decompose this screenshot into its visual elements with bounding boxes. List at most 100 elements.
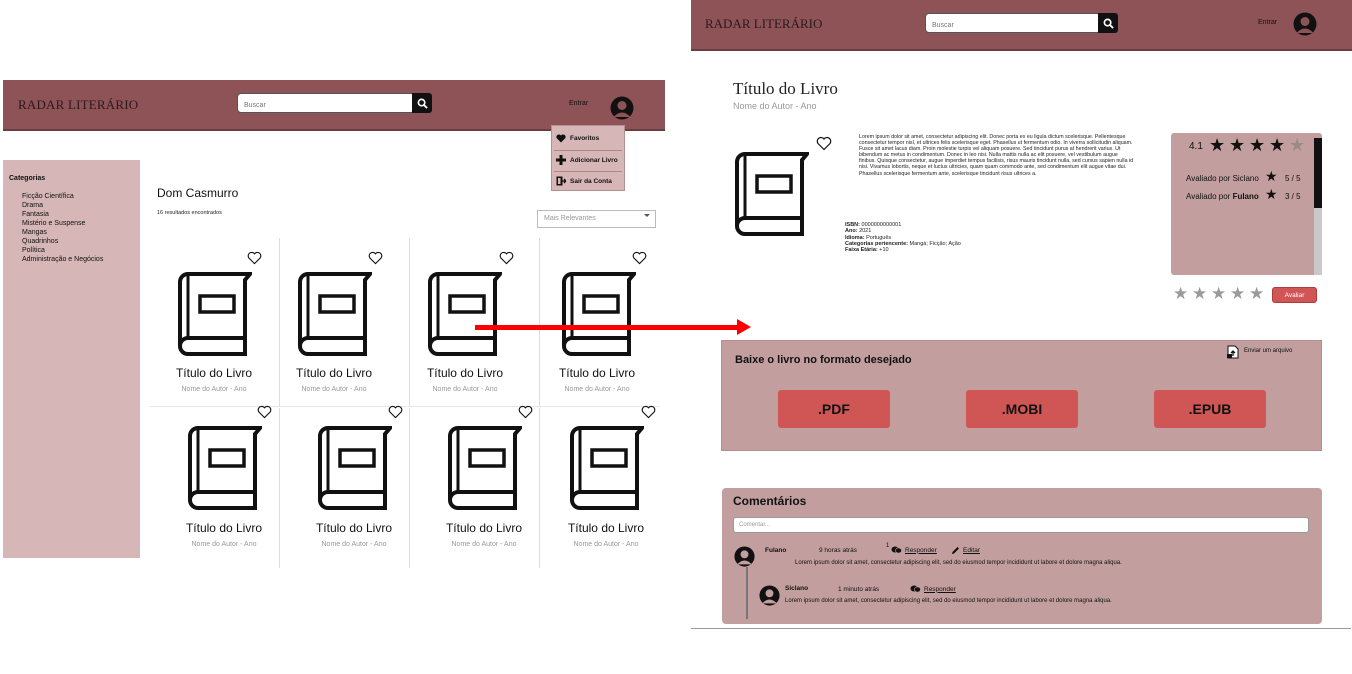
book-card-title[interactable]: Título do Livro	[170, 521, 278, 535]
comment-input[interactable]: Comentar...	[733, 517, 1309, 533]
menu-item-sair-da-conta[interactable]: Sair da Conta	[556, 176, 612, 186]
comment-time: 1 minuto atrás	[838, 586, 880, 593]
reviewer-name: Siclano	[1232, 174, 1259, 183]
book-card-title[interactable]: Título do Livro	[552, 521, 660, 535]
search-input[interactable]	[926, 16, 1100, 35]
category-item[interactable]: Drama	[22, 202, 43, 209]
arrow-right-icon	[737, 319, 751, 335]
book-card-title[interactable]: Título do Livro	[300, 521, 408, 535]
grid-divider	[409, 408, 410, 568]
download-epub-button[interactable]: .EPUB	[1154, 390, 1266, 428]
book-card-title[interactable]: Título do Livro	[411, 366, 519, 380]
category-item[interactable]: Mangas	[22, 229, 47, 236]
menu-item-adicionar-livro[interactable]: Adicionar Livro	[556, 155, 618, 165]
book-metadata: ISBN: 0000000000001 Ano: 2021 Idioma: Po…	[845, 222, 961, 253]
avatar-icon	[733, 546, 756, 572]
menu-divider	[554, 171, 622, 172]
book-cover-icon[interactable]	[316, 422, 392, 512]
rate-star-1-icon[interactable]: ★	[1173, 286, 1188, 303]
meta-categories: Mangá; Ficção; Ação	[909, 240, 961, 247]
chevron-down-icon[interactable]	[644, 214, 650, 217]
category-item[interactable]: Administração e Negócios	[22, 256, 103, 263]
upload-file-icon[interactable]	[1226, 345, 1240, 364]
comment-text: Lorem ipsum dolor sit amet, consectetur …	[785, 598, 1112, 604]
edit-link[interactable]: Editar	[951, 546, 980, 555]
scrollbar-thumb[interactable]	[1314, 138, 1322, 208]
book-card-author: Nome do Autor - Ano	[301, 386, 367, 393]
pencil-icon	[952, 547, 959, 554]
search-input[interactable]	[238, 96, 414, 115]
category-item[interactable]: Política	[22, 247, 45, 254]
book-description: Lorem ipsum dolor sit amet, consectetur …	[859, 134, 1134, 177]
reply-link[interactable]: Responder	[891, 546, 937, 554]
book-card-title[interactable]: Título do Livro	[160, 366, 268, 380]
search-field[interactable]	[925, 13, 1101, 35]
login-link[interactable]: Entrar	[1258, 19, 1277, 26]
review-line: Avaliado por Siclano	[1186, 174, 1259, 183]
category-item[interactable]: Fantasia	[22, 211, 49, 218]
star-empty-icon: ★	[1289, 135, 1306, 156]
category-item[interactable]: Mistério e Suspense	[22, 220, 85, 227]
book-cover-icon[interactable]	[186, 422, 262, 512]
star-filled-icon: ★	[1229, 135, 1246, 156]
rate-star-4-icon[interactable]: ★	[1230, 286, 1245, 303]
rate-star-5-icon[interactable]: ★	[1249, 286, 1264, 303]
book-cover-icon[interactable]	[446, 422, 522, 512]
book-cover-icon[interactable]	[296, 268, 372, 358]
category-item[interactable]: Quadrinhos	[22, 238, 58, 245]
meta-label: Categorias pertencente:	[845, 240, 908, 247]
search-button[interactable]	[1098, 13, 1118, 33]
reply-count: 1	[886, 543, 890, 549]
book-card-title[interactable]: Título do Livro	[430, 521, 538, 535]
average-rating-value: 4.1	[1189, 141, 1203, 152]
logout-icon	[556, 176, 566, 186]
avatar-icon[interactable]	[1292, 12, 1318, 41]
star-filled-icon: ★	[1269, 135, 1286, 156]
site-logo[interactable]: RADAR LITERÁRIO	[705, 16, 822, 32]
menu-item-favoritos[interactable]: Favoritos	[556, 134, 599, 143]
reviewer-name: Fulano	[1232, 192, 1259, 201]
search-field[interactable]	[237, 93, 415, 115]
star-filled-icon: ★	[1249, 135, 1266, 156]
book-cover-icon[interactable]	[560, 268, 636, 358]
search-query-title: Dom Casmurro	[157, 186, 239, 200]
reply-label: Responder	[924, 585, 956, 593]
meta-isbn: 0000000000001	[861, 222, 902, 228]
book-cover-icon[interactable]	[176, 268, 252, 358]
download-mobi-button[interactable]: .MOBI	[966, 390, 1078, 428]
book-card-author: Nome do Autor - Ano	[564, 386, 630, 393]
sort-dropdown[interactable]: Mais Relevantes	[537, 210, 656, 228]
comments-title: Comentários	[733, 494, 807, 508]
menu-divider	[554, 150, 622, 151]
site-logo[interactable]: RADAR LITERÁRIO	[18, 97, 138, 113]
review-score: 3 / 5	[1285, 192, 1301, 201]
book-card-title[interactable]: Título do Livro	[543, 366, 651, 380]
review-prefix: Avaliado por	[1186, 174, 1231, 183]
book-card-author: Nome do Autor - Ano	[451, 541, 517, 548]
category-item[interactable]: Ficção Científica	[22, 193, 74, 200]
book-card-title[interactable]: Título do Livro	[280, 366, 388, 380]
rate-button[interactable]: Avaliar	[1272, 287, 1317, 303]
heart-icon	[556, 134, 566, 143]
avatar-icon[interactable]	[609, 96, 635, 125]
comment-author[interactable]: Fulano	[765, 547, 786, 554]
meta-year: 2021	[859, 228, 872, 235]
upload-file-link[interactable]: Enviar um arquivo	[1244, 348, 1292, 354]
book-cover-icon[interactable]	[426, 268, 502, 358]
search-button[interactable]	[412, 93, 432, 113]
download-pdf-button[interactable]: .PDF	[778, 390, 890, 428]
rate-star-3-icon[interactable]: ★	[1211, 286, 1226, 303]
rate-star-2-icon[interactable]: ★	[1192, 286, 1207, 303]
favorite-heart-icon[interactable]	[816, 136, 832, 156]
reply-label: Responder	[905, 546, 937, 554]
reply-bubble-icon	[891, 546, 902, 554]
book-cover-icon	[733, 147, 809, 239]
reply-bubble-icon	[910, 585, 921, 593]
comment-author[interactable]: Siclano	[785, 585, 808, 592]
login-link[interactable]: Entrar	[569, 100, 588, 107]
meta-label: Idioma:	[845, 234, 865, 241]
reply-link[interactable]: Responder	[910, 585, 956, 593]
menu-item-label: Favoritos	[570, 135, 600, 142]
book-cover-icon[interactable]	[568, 422, 644, 512]
menu-item-label: Sair da Conta	[570, 177, 612, 185]
